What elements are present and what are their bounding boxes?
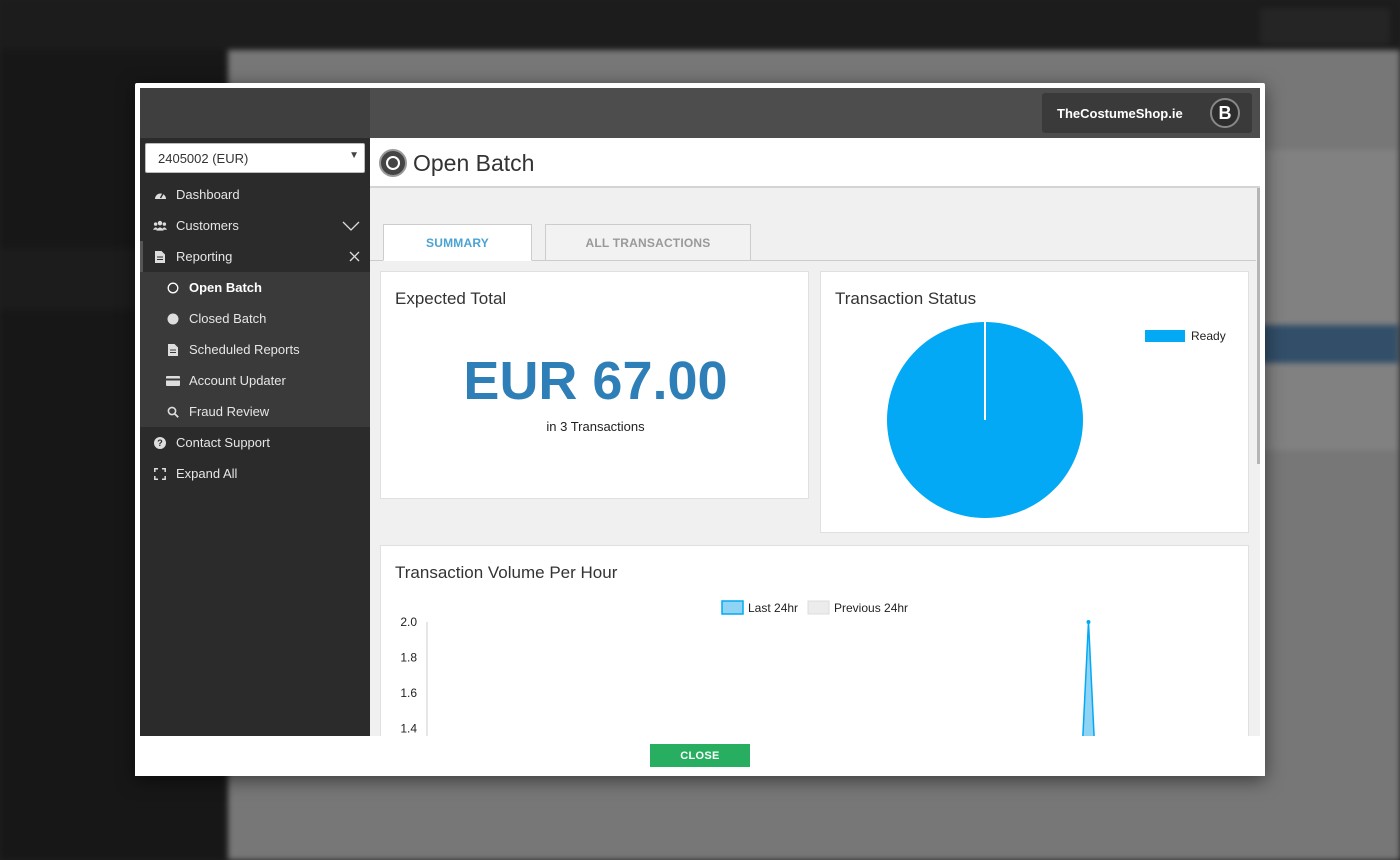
expected-total-amount: EUR 67.00 [463, 351, 728, 411]
reporting-submenu: Open Batch Closed Batch Scheduled Report… [140, 272, 370, 427]
sidebar-item-open-batch[interactable]: Open Batch [140, 272, 370, 303]
sidebar-item-scheduled-reports[interactable]: Scheduled Reports [140, 334, 370, 365]
sidebar-item-label: Account Updater [189, 373, 286, 388]
document-icon [153, 250, 167, 264]
close-icon[interactable] [349, 249, 360, 266]
expected-total-title: Expected Total [395, 289, 507, 308]
sidebar-item-contact-support[interactable]: ? Contact Support [140, 427, 370, 458]
transaction-volume-card: Transaction Volume Per Hour Last 24hr Pr… [380, 545, 1249, 736]
modal-footer: CLOSE [135, 736, 1265, 776]
sidebar-nav: Dashboard Customers Reporting Open Batch… [140, 179, 370, 489]
sidebar-item-dashboard[interactable]: Dashboard [140, 179, 370, 210]
merchant-name: TheCostumeShop.ie [1057, 106, 1183, 121]
chevron-down-icon: ▼ [349, 150, 359, 161]
page-title: Open Batch [413, 150, 535, 176]
question-circle-icon: ? [153, 436, 167, 450]
sidebar-item-expand-all[interactable]: Expand All [140, 458, 370, 489]
scrollbar-thumb[interactable] [1257, 188, 1260, 464]
transaction-status-card: Transaction Status Ready [820, 271, 1249, 533]
merchant-modal: TheCostumeShop.ie B 2405002 (EUR) ▼ Dash… [135, 83, 1265, 776]
card-icon [166, 374, 180, 388]
area-series-last-24hr[interactable] [1077, 621, 1099, 736]
y-tick-label: 1.6 [400, 686, 417, 700]
sidebar-item-label: Dashboard [176, 187, 240, 202]
data-point-peak[interactable] [1086, 620, 1091, 624]
sidebar-item-label: Scheduled Reports [189, 342, 300, 357]
y-tick-label: 2.0 [400, 615, 417, 629]
legend-label-ready: Ready [1191, 329, 1226, 343]
dashboard-icon [153, 188, 167, 202]
modal-frame: TheCostumeShop.ie B 2405002 (EUR) ▼ Dash… [140, 88, 1260, 736]
circle-outline-icon [166, 281, 180, 295]
sidebar-item-reporting[interactable]: Reporting [140, 241, 370, 272]
chevron-down-icon[interactable] [342, 218, 360, 235]
sidebar-item-closed-batch[interactable]: Closed Batch [140, 303, 370, 334]
page-header: Open Batch [370, 138, 1260, 188]
y-tick-label: 1.8 [400, 651, 417, 665]
sidebar-item-label: Reporting [176, 249, 233, 264]
tab-all-transactions[interactable]: ALL TRANSACTIONS [545, 224, 751, 261]
sidebar-item-label: Fraud Review [189, 404, 270, 419]
legend-label-previous-24hr: Previous 24hr [834, 601, 908, 615]
avatar[interactable]: B [1210, 98, 1240, 128]
sidebar-item-label: Closed Batch [189, 311, 267, 326]
sidebar-item-label: Open Batch [189, 280, 262, 295]
main-content: Open Batch SUMMARY ALL TRANSACTIONS Expe… [370, 138, 1260, 736]
sidebar-item-account-updater[interactable]: Account Updater [140, 365, 370, 396]
svg-text:?: ? [157, 438, 163, 448]
circle-filled-icon [166, 312, 180, 326]
batch-select[interactable]: 2405002 (EUR) ▼ [145, 143, 365, 173]
expand-icon [153, 467, 167, 481]
legend-label-last-24hr: Last 24hr [748, 601, 798, 615]
users-icon [153, 219, 167, 233]
sidebar-item-label: Customers [176, 218, 239, 233]
legend-swatch-last-24hr [721, 600, 744, 615]
document-icon [166, 343, 180, 357]
sidebar-item-label: Expand All [176, 466, 238, 481]
legend-swatch-previous-24hr [807, 600, 830, 615]
expected-total-card: Expected Total EUR 67.00 in 3 Transactio… [380, 271, 809, 499]
expected-total-subtitle: in 3 Transactions [546, 419, 645, 434]
open-batch-icon [379, 149, 407, 177]
close-button[interactable]: CLOSE [650, 744, 750, 767]
merchant-chip[interactable]: TheCostumeShop.ie B [1042, 93, 1252, 133]
sidebar-item-label: Contact Support [176, 435, 270, 450]
y-tick-label: 1.4 [400, 722, 417, 736]
tab-summary[interactable]: SUMMARY [383, 224, 532, 261]
sidebar-item-fraud-review[interactable]: Fraud Review [140, 396, 370, 427]
topbar-logo-area [140, 88, 370, 138]
batch-select-value: 2405002 (EUR) [158, 151, 249, 166]
legend-swatch-ready [1145, 330, 1185, 342]
transaction-volume-chart: Last 24hr Previous 24hr 1.4 1.6 1.8 2.0 [400, 600, 1099, 736]
sidebar: 2405002 (EUR) ▼ Dashboard Customers Repo… [140, 138, 370, 736]
transaction-status-chart: Ready [887, 322, 1226, 518]
search-icon [166, 405, 180, 419]
sidebar-item-customers[interactable]: Customers [140, 210, 370, 241]
modal-topbar: TheCostumeShop.ie B [140, 88, 1260, 138]
